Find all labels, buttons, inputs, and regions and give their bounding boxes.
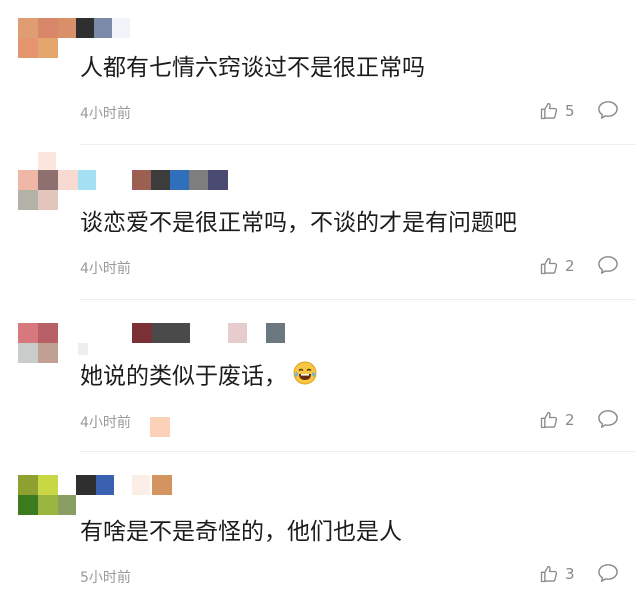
like-button[interactable]: 3 (539, 564, 575, 584)
comment-bubble-icon (597, 563, 619, 583)
comment-item-4: 有啥是不是奇怪的，他们也是人 5小时前 3 (0, 0, 635, 597)
comment-time: 5小时前 (80, 570, 131, 586)
like-count: 3 (565, 565, 575, 583)
reply-button[interactable] (597, 563, 619, 583)
thumbs-up-icon (539, 564, 559, 584)
comment-text: 有啥是不是奇怪的，他们也是人 (80, 519, 402, 545)
